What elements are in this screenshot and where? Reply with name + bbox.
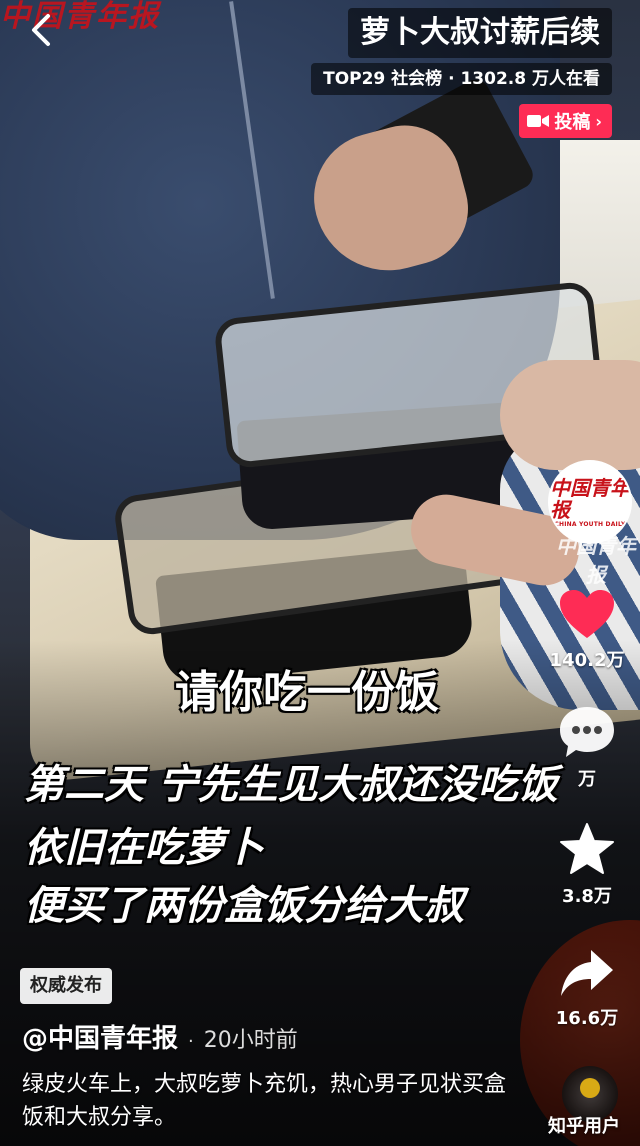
hot-rank-badge[interactable]: TOP29 社会榜 · 1302.8 万人在看	[311, 63, 612, 95]
topic-title[interactable]: 萝卜大叔讨薪后续	[348, 8, 612, 58]
video-description[interactable]: 绿皮火车上，大叔吃萝卜充饥，热心男子见状买盒饭和大叔分享。	[22, 1068, 522, 1134]
hand	[500, 360, 640, 470]
subtitle-line: 请你吃一份饭	[175, 667, 439, 718]
avatar-logo-en: CHINA YOUTH DAILY	[554, 520, 626, 528]
back-button[interactable]	[22, 10, 62, 50]
comment-icon	[560, 707, 614, 757]
subtitle-line: 第二天 宁先生见大叔还没吃饭	[24, 762, 558, 808]
authority-tag[interactable]: 权威发布	[20, 968, 112, 1004]
comment-button[interactable]: 万	[552, 705, 622, 791]
share-count: 16.6万	[555, 1008, 619, 1029]
avatar-logo: 中国青年报	[550, 475, 630, 522]
separator: ·	[188, 1031, 194, 1052]
chevron-left-icon	[32, 14, 50, 46]
subtitle-line: 便买了两份盒饭分给大叔	[24, 883, 464, 929]
author-row: @中国青年报 · 20小时前	[22, 1018, 298, 1055]
video-camera-icon	[527, 115, 550, 127]
share-button[interactable]: 16.6万	[552, 948, 622, 1030]
favorite-button[interactable]: 3.8万	[552, 822, 622, 908]
author-name[interactable]: @中国青年报	[22, 1018, 178, 1055]
chevron-right-icon: ›	[595, 111, 602, 131]
like-count: 140.2万	[549, 650, 625, 671]
share-arrow-icon	[561, 950, 613, 996]
submit-button[interactable]: 投稿 ›	[519, 104, 612, 138]
zhihu-watermark: 知乎用户	[548, 1116, 620, 1137]
comment-count: 万	[578, 769, 596, 790]
like-button[interactable]: 140.2万	[549, 588, 625, 672]
avatar-watermark: 中国青年报	[556, 534, 636, 587]
heart-icon	[560, 590, 614, 638]
subtitle-line: 依旧在吃萝卜	[24, 825, 264, 871]
favorite-count: 3.8万	[562, 886, 612, 907]
star-icon	[560, 823, 614, 874]
post-time: 20小时前	[203, 1028, 298, 1053]
submit-label: 投稿	[554, 112, 591, 133]
